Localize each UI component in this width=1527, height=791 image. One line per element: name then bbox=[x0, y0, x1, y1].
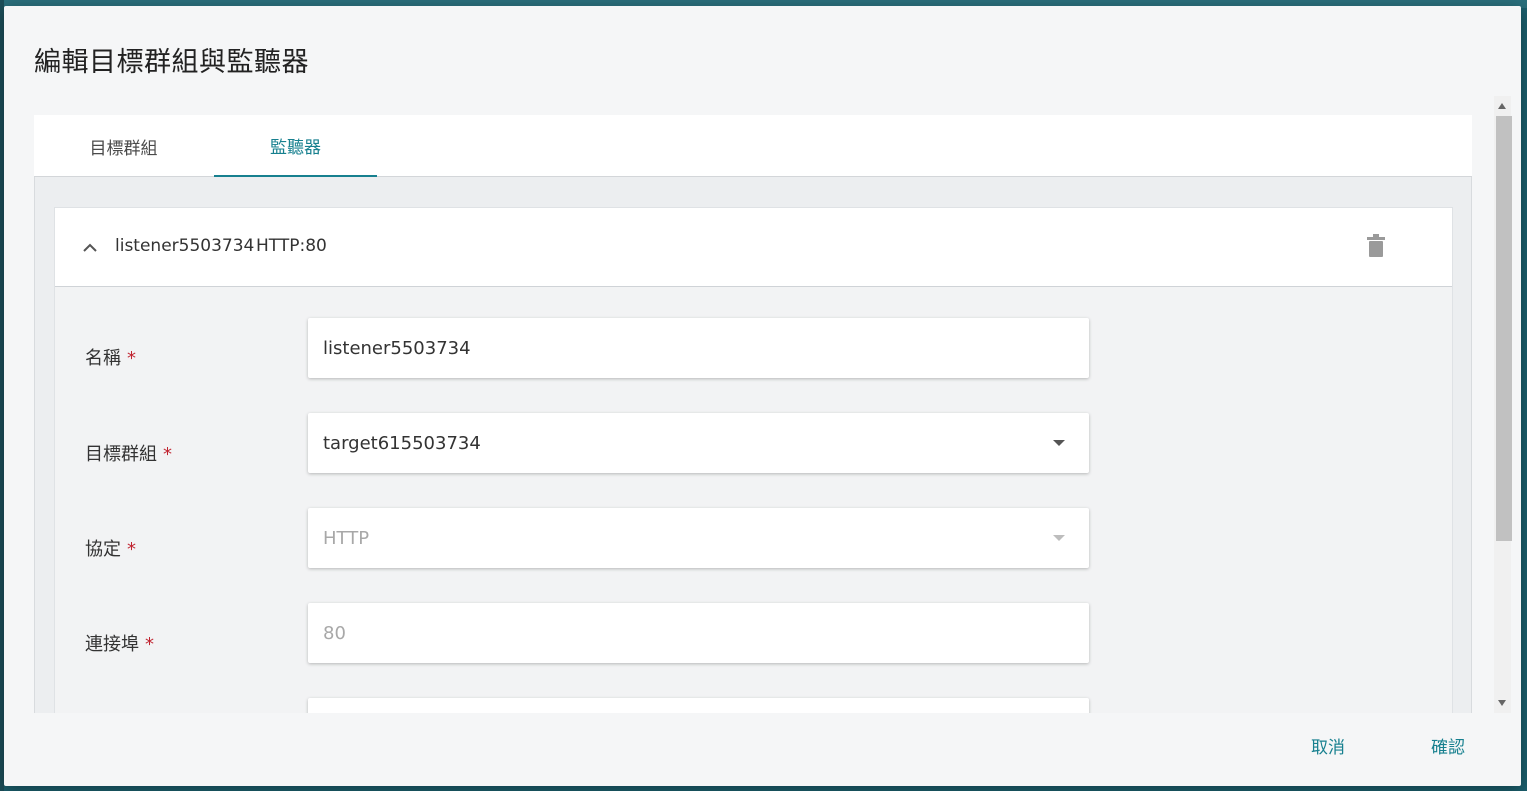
scroll-down-icon[interactable] bbox=[1498, 700, 1506, 706]
port-input[interactable]: 80 bbox=[308, 603, 1089, 663]
tab-listener[interactable]: 監聽器 bbox=[214, 115, 377, 177]
next-field[interactable] bbox=[308, 698, 1089, 713]
tab-bar: 目標群組 監聽器 bbox=[34, 115, 1472, 177]
protocol-label: 協定 * bbox=[85, 535, 136, 561]
dialog-content: 目標群組 監聽器 listener5503734 HTTP:80 名稱 * li… bbox=[34, 115, 1472, 713]
listener-card: listener5503734 HTTP:80 名稱 * listener5503… bbox=[54, 207, 1453, 713]
listener-header-name: listener5503734 bbox=[115, 236, 255, 256]
confirm-button[interactable]: 確認 bbox=[1431, 733, 1465, 758]
target-group-label-text: 目標群組 bbox=[85, 444, 157, 465]
protocol-label-text: 協定 bbox=[85, 539, 121, 560]
listener-panel: listener5503734 HTTP:80 名稱 * listener5503… bbox=[34, 177, 1472, 713]
name-label-text: 名稱 bbox=[85, 348, 121, 369]
target-group-label: 目標群組 * bbox=[85, 440, 172, 466]
tab-target-group[interactable]: 目標群組 bbox=[42, 115, 205, 177]
trash-icon[interactable] bbox=[1366, 234, 1390, 260]
port-label: 連接埠 * bbox=[85, 630, 154, 656]
scrollbar[interactable] bbox=[1494, 96, 1512, 713]
chevron-up-icon[interactable] bbox=[79, 236, 101, 258]
name-input[interactable]: listener5503734 bbox=[308, 318, 1089, 378]
target-group-select[interactable]: target615503734 bbox=[308, 413, 1089, 473]
port-label-text: 連接埠 bbox=[85, 634, 139, 655]
scroll-up-icon[interactable] bbox=[1498, 103, 1506, 109]
listener-card-header[interactable]: listener5503734 HTTP:80 bbox=[55, 208, 1452, 287]
dropdown-caret-icon bbox=[1053, 535, 1065, 541]
edit-dialog: 編輯目標群組與監聽器 目標群組 監聽器 listener5503734 HTTP… bbox=[4, 6, 1521, 786]
name-label: 名稱 * bbox=[85, 344, 136, 370]
cancel-button[interactable]: 取消 bbox=[1311, 733, 1345, 758]
dropdown-caret-icon bbox=[1053, 440, 1065, 446]
target-group-value: target615503734 bbox=[323, 432, 481, 454]
required-mark: * bbox=[127, 539, 136, 560]
listener-header-protocol: HTTP:80 bbox=[256, 236, 327, 256]
scrollbar-thumb[interactable] bbox=[1496, 116, 1512, 541]
dialog-title: 編輯目標群組與監聽器 bbox=[34, 47, 309, 78]
required-mark: * bbox=[127, 348, 136, 369]
protocol-value: HTTP bbox=[323, 527, 370, 549]
required-mark: * bbox=[145, 634, 154, 655]
required-mark: * bbox=[163, 444, 172, 465]
protocol-select[interactable]: HTTP bbox=[308, 508, 1089, 568]
